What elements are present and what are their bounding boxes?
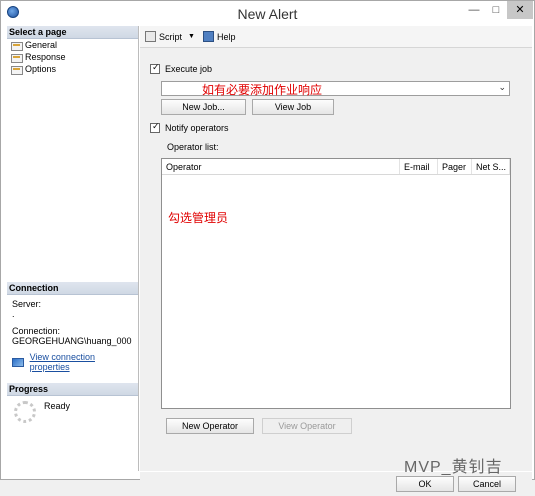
dropdown-arrow-icon[interactable]: ▼ [188,33,195,40]
server-value: . [12,309,15,319]
connection-value: GEORGEHUANG\huang_000 [12,336,132,346]
script-icon [145,31,156,42]
operator-grid-header: Operator E-mail Pager Net S... [162,159,510,175]
chevron-down-icon[interactable]: ⌄ [498,82,506,93]
connection-header: Connection [7,282,138,295]
page-response-label: Response [25,52,66,62]
ok-button[interactable]: OK [396,476,454,492]
cancel-button[interactable]: Cancel [458,476,516,492]
page-options-label: Options [25,64,57,74]
page-general-label: General [25,40,58,50]
page-wrench-icon [11,41,23,51]
toolbar: Script ▼ Help [140,26,532,48]
execute-job-checkbox[interactable] [150,62,160,74]
page-wrench-icon [11,65,23,75]
close-button[interactable]: ✕ [507,1,533,19]
execute-job-row[interactable]: Execute job [150,62,213,74]
net-send-column-header[interactable]: Net S... [472,159,510,174]
new-job-button[interactable]: New Job... [161,99,246,115]
job-annotation: 如有必要添加作业响应 [202,83,323,97]
window-title: New Alert [237,6,298,22]
notify-operators-row[interactable]: Notify operators [150,121,229,133]
help-icon [202,31,214,42]
server-label: Server: [12,299,42,309]
page-options[interactable]: Options [7,63,138,75]
view-job-button[interactable]: View Job [252,99,334,115]
operator-list-grid[interactable]: Operator E-mail Pager Net S... 勾选管理员 [161,158,511,409]
view-connection-properties-link[interactable]: View connection properties [12,352,133,372]
notify-operators-checkbox[interactable] [150,121,160,133]
operator-list-label: Operator list: [167,142,219,152]
page-general[interactable]: General [7,39,138,51]
title-bar: New Alert — □ ✕ [1,1,534,25]
view-connection-properties-label: View connection properties [29,352,95,372]
left-panel: Select a page General Response Options C… [7,26,139,471]
help-button[interactable]: Help [202,31,236,42]
pager-column-header[interactable]: Pager [438,159,472,174]
minimize-button[interactable]: — [463,1,485,19]
progress-header: Progress [7,383,138,396]
connection-properties-icon [12,357,24,367]
connection-label: Connection: [12,326,61,336]
operator-annotation: 勾选管理员 [168,211,229,225]
progress-status: Ready [44,401,71,411]
help-label: Help [216,31,236,42]
connection-section: Connection Server: . Connection: GEORGEH… [7,282,138,376]
select-page-header: Select a page [7,26,138,39]
progress-spinner-icon [14,401,36,423]
script-button[interactable]: Script ▼ [145,31,195,42]
maximize-button[interactable]: □ [485,1,507,19]
watermark-text: MVP_黄钊吉 [404,459,503,476]
email-column-header[interactable]: E-mail [400,159,438,174]
notify-operators-label: Notify operators [165,123,229,133]
job-select[interactable]: 如有必要添加作业响应 ⌄ [161,81,510,97]
new-operator-button[interactable]: New Operator [166,418,254,434]
page-wrench-icon [11,53,23,63]
progress-section: Progress Ready [7,383,138,428]
new-alert-window: New Alert — □ ✕ Select a page General Re… [0,0,535,496]
operator-column-header[interactable]: Operator [162,159,400,174]
view-operator-button[interactable]: View Operator [262,418,352,434]
response-page: Script ▼ Help Execute job 如有必要添加作业响应 ⌄ N… [140,26,532,496]
execute-job-label: Execute job [165,64,213,74]
script-label: Script [159,31,183,42]
page-response[interactable]: Response [7,51,138,63]
